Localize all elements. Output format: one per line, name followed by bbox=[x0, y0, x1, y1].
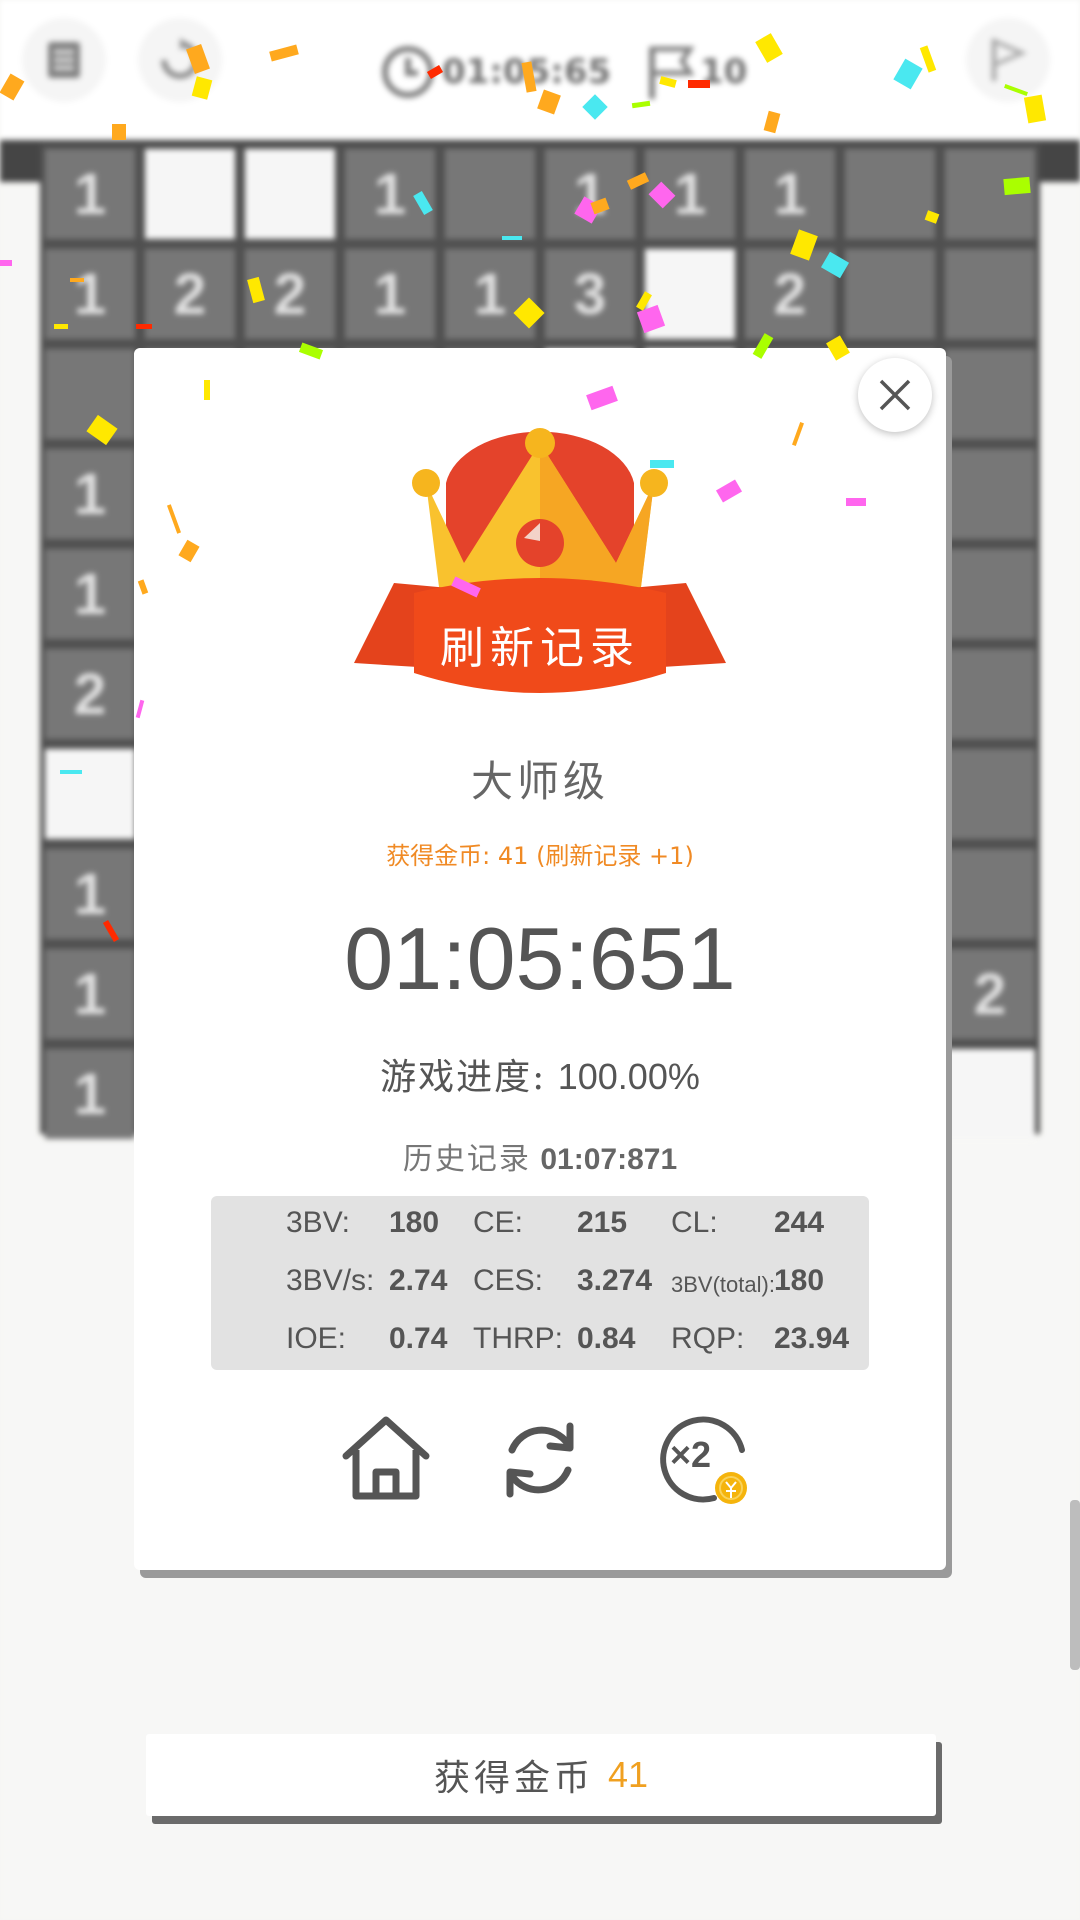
game-progress: 游戏进度: 100.00% bbox=[134, 1048, 946, 1100]
replay-button[interactable] bbox=[490, 1410, 590, 1510]
stat-key: CE: bbox=[473, 1206, 524, 1239]
replay-icon bbox=[506, 1422, 574, 1498]
progress-label: 游戏进度: bbox=[380, 1057, 547, 1098]
result-dialog: 刷新记录 大师级 获得金币: 41 (刷新记录 +1) 01:05:651 游戏… bbox=[134, 348, 946, 1570]
coins-value: 41 bbox=[607, 1754, 649, 1795]
stat-key: RQP: bbox=[671, 1322, 745, 1355]
best-record: 历史记录 01:07:871 bbox=[134, 1134, 946, 1178]
scroll-indicator bbox=[1070, 1500, 1080, 1670]
stats-row: IOE: 0.74 THRP: 0.84 RQP: 23.94 bbox=[211, 1312, 869, 1370]
stat-value: 23.94 bbox=[774, 1322, 850, 1355]
stat-value: 0.84 bbox=[577, 1322, 636, 1355]
close-button[interactable] bbox=[858, 358, 932, 432]
stats-row: 3BV/s: 2.74 CES: 3.274 3BV(total): 180 bbox=[211, 1254, 869, 1312]
history-value: 01:07:871 bbox=[540, 1143, 678, 1176]
stat-key: CL: bbox=[671, 1206, 718, 1239]
close-icon bbox=[879, 379, 911, 411]
stat-key: IOE: bbox=[286, 1322, 347, 1355]
coins-earned-bar: 获得金币 41 bbox=[146, 1734, 936, 1816]
new-record-banner: 刷新记录 bbox=[440, 623, 640, 674]
stat-value: 3.274 bbox=[577, 1264, 653, 1297]
stat-value: 244 bbox=[774, 1206, 825, 1239]
difficulty-level: 大师级 bbox=[470, 757, 609, 806]
stat-value: 2.74 bbox=[389, 1264, 448, 1297]
progress-value: 100.00% bbox=[557, 1056, 700, 1097]
home-icon bbox=[342, 1416, 430, 1500]
stat-key: 3BV(total): bbox=[671, 1272, 775, 1297]
double-badge-text: ×2 bbox=[670, 1434, 712, 1475]
dialog-actions: ×2 bbox=[134, 1410, 946, 1520]
stat-key: 3BV/s: bbox=[286, 1264, 375, 1297]
stat-value: 180 bbox=[389, 1206, 440, 1239]
stat-key: THRP: bbox=[473, 1322, 563, 1355]
coins-earned-text: 获得金币: 41 (刷新记录 +1) bbox=[386, 842, 694, 870]
stat-value: 215 bbox=[577, 1206, 628, 1239]
stat-key: 3BV: bbox=[286, 1206, 350, 1239]
stats-panel: 3BV: 180 CE: 215 CL: 244 3BV/s: 2.74 CES… bbox=[211, 1196, 869, 1370]
coins-label: 获得金币 bbox=[433, 1758, 594, 1799]
history-label: 历史记录 bbox=[402, 1142, 531, 1177]
completion-time: 01:05:651 bbox=[344, 909, 736, 1008]
stats-row: 3BV: 180 CE: 215 CL: 244 bbox=[211, 1196, 869, 1254]
stat-value: 0.74 bbox=[389, 1322, 448, 1355]
double-coins-button[interactable]: ×2 bbox=[654, 1410, 764, 1510]
home-button[interactable] bbox=[336, 1410, 436, 1510]
stat-key: CES: bbox=[473, 1264, 544, 1297]
stat-value: 180 bbox=[774, 1264, 825, 1297]
